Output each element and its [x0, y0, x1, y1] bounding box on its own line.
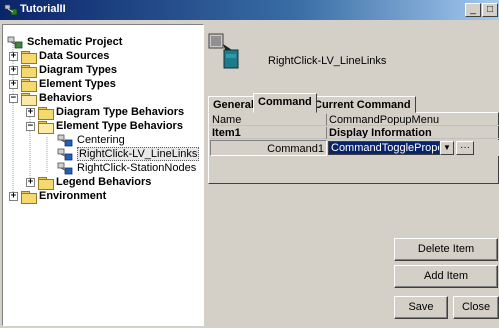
project-tree[interactable]: Schematic Project + Data Sources + Diagr… [2, 24, 204, 326]
main-window: TutorialII _ □ Schematic Project + Data … [0, 0, 499, 328]
folder-icon [38, 106, 54, 120]
grid-row: Item1 Display Information [210, 127, 499, 139]
behavior-name-label: RightClick-LV_LineLinks [268, 55, 387, 67]
grid-key: Item1 [210, 127, 327, 139]
open-folder-icon [38, 120, 54, 134]
expand-icon[interactable]: + [9, 191, 18, 201]
folder-icon [21, 78, 37, 92]
tree-item-schematic-project[interactable]: Schematic Project [7, 35, 122, 49]
tree-item-label: Schematic Project [27, 36, 123, 48]
tab-command[interactable]: Command [253, 93, 317, 113]
save-button[interactable]: Save [394, 296, 448, 319]
open-folder-icon [21, 92, 37, 106]
tree-item-diagram-types[interactable]: + Diagram Types [9, 63, 118, 78]
project-icon [7, 36, 23, 48]
behavior-icon [57, 148, 73, 160]
tree-item-rightclick-lv-linelinks[interactable]: RightClick-LV_LineLinks [57, 147, 200, 161]
collapse-icon[interactable]: − [9, 93, 18, 103]
expand-icon[interactable]: + [26, 107, 35, 117]
tab-general[interactable]: General [208, 96, 259, 113]
chevron-down-icon[interactable]: ▼ [440, 141, 454, 155]
tree-item-label: Environment [39, 190, 107, 202]
folder-icon [21, 190, 37, 204]
expand-icon[interactable]: + [9, 65, 18, 75]
tree-item-data-sources[interactable]: + Data Sources [9, 49, 110, 64]
tree-item-label: Diagram Type Behaviors [56, 106, 185, 118]
behavior-large-icon [208, 33, 239, 69]
behavior-icon [57, 134, 73, 146]
tree-item-label: Legend Behaviors [56, 176, 152, 188]
tree-item-label: RightClick-StationNodes [77, 162, 197, 174]
grid-row: Name CommandPopupMenu [210, 114, 499, 126]
minimize-button[interactable]: _ [465, 3, 481, 17]
tree-item-diagram-type-behaviors[interactable]: + Diagram Type Behaviors [26, 105, 185, 120]
command-select[interactable]: CommandTogglePropertyState [328, 141, 440, 155]
tree-item-legend-behaviors[interactable]: + Legend Behaviors [26, 175, 152, 190]
behavior-icon [57, 162, 73, 174]
expand-icon[interactable]: + [26, 177, 35, 187]
command-row: Command1 CommandTogglePropertyState ▼ ··… [210, 140, 499, 156]
grid-value[interactable]: CommandPopupMenu [327, 114, 499, 126]
tree-item-label: Element Type Behaviors [56, 120, 183, 132]
tree-item-label: Diagram Types [39, 64, 118, 76]
title-bar: TutorialII _ □ [0, 0, 499, 20]
maximize-button[interactable]: □ [482, 3, 498, 17]
collapse-icon[interactable]: − [26, 121, 35, 131]
tree-item-environment[interactable]: + Environment [9, 189, 107, 204]
folder-icon [21, 64, 37, 78]
folder-icon [38, 176, 54, 190]
tree-item-centering[interactable]: Centering [57, 133, 125, 147]
more-options-button[interactable]: ··· [456, 141, 474, 155]
add-item-button[interactable]: Add Item [394, 265, 498, 288]
expand-icon[interactable]: + [9, 51, 18, 61]
tree-item-element-types[interactable]: + Element Types [9, 77, 116, 92]
tree-item-label: Data Sources [39, 50, 110, 62]
tab-current-command[interactable]: Current Command [309, 96, 416, 113]
tree-item-behaviors[interactable]: − Behaviors [9, 91, 93, 106]
folder-icon [21, 50, 37, 64]
tree-item-rightclick-stationnodes[interactable]: RightClick-StationNodes [57, 161, 196, 175]
tree-item-label: Behaviors [39, 92, 93, 104]
grid-value[interactable]: Display Information [327, 127, 499, 139]
tree-item-label: Centering [77, 134, 125, 146]
tree-item-label-selected: RightClick-LV_LineLinks [77, 147, 200, 161]
window-title: TutorialII [20, 3, 66, 15]
command-label: Command1 [210, 140, 327, 156]
app-icon [4, 4, 18, 16]
delete-item-button[interactable]: Delete Item [394, 238, 498, 261]
tree-item-element-type-behaviors[interactable]: − Element Type Behaviors [26, 119, 183, 134]
expand-icon[interactable]: + [9, 79, 18, 89]
close-button[interactable]: Close [453, 296, 499, 319]
grid-key: Name [210, 114, 327, 126]
tree-item-label: Element Types [39, 78, 116, 90]
